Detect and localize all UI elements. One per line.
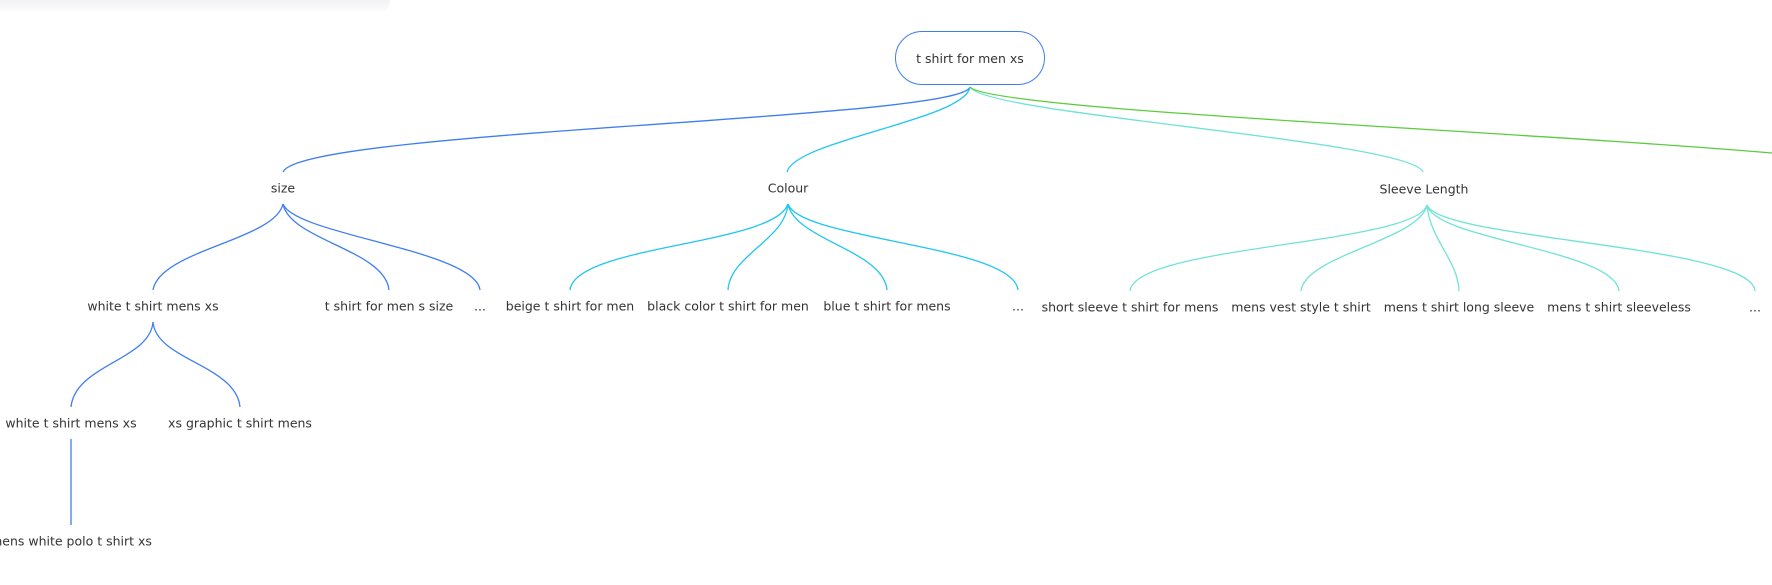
node-white-t-shirt-mens-xs[interactable]: white t shirt mens xs bbox=[87, 299, 218, 314]
edge-root-offscreen bbox=[969, 86, 1772, 154]
edge-colour-more bbox=[787, 203, 1019, 291]
node-beige-t-shirt[interactable]: beige t shirt for men bbox=[506, 299, 634, 314]
node-vest-style[interactable]: mens vest style t shirt bbox=[1231, 300, 1371, 315]
node-long-sleeve[interactable]: mens t shirt long sleeve bbox=[1384, 300, 1534, 315]
node-blue-t-shirt[interactable]: blue t shirt for mens bbox=[823, 299, 950, 314]
edge-colour-black bbox=[727, 203, 789, 291]
node-sleeve-more[interactable]: ... bbox=[1749, 300, 1761, 315]
node-mens-white-polo[interactable]: mens white polo t shirt xs bbox=[0, 534, 152, 549]
node-white-t-shirt-mens-xs-child[interactable]: white t shirt mens xs bbox=[5, 416, 136, 431]
node-size[interactable]: size bbox=[271, 181, 295, 196]
edge-size-white bbox=[152, 203, 284, 291]
edge-white-white bbox=[70, 321, 154, 408]
node-xs-graphic-t-shirt[interactable]: xs graphic t shirt mens bbox=[168, 416, 312, 431]
root-node-label: t shirt for men xs bbox=[916, 50, 1024, 66]
edge-colour-beige bbox=[569, 203, 789, 291]
edge-sleeve-more bbox=[1426, 204, 1756, 292]
node-short-sleeve[interactable]: short sleeve t shirt for mens bbox=[1042, 300, 1219, 315]
connector-layer bbox=[70, 86, 1772, 525]
edge-sleeve-vest bbox=[1300, 204, 1428, 292]
edge-root-size bbox=[282, 86, 971, 173]
node-t-shirt-for-men-s-size[interactable]: t shirt for men s size bbox=[325, 299, 453, 314]
node-colour-more[interactable]: ... bbox=[1012, 299, 1024, 314]
edge-sleeve-long bbox=[1426, 204, 1460, 292]
edge-root-sleeve bbox=[969, 86, 1424, 173]
edge-sleeve-short bbox=[1129, 204, 1428, 292]
edge-size-more bbox=[282, 203, 481, 291]
node-sleeveless[interactable]: mens t shirt sleeveless bbox=[1547, 300, 1691, 315]
edge-sleeve-sleeveless bbox=[1426, 204, 1620, 292]
root-node[interactable]: t shirt for men xs bbox=[895, 31, 1045, 85]
node-size-more[interactable]: ... bbox=[474, 299, 486, 314]
node-colour[interactable]: Colour bbox=[768, 181, 809, 196]
node-black-color-t-shirt[interactable]: black color t shirt for men bbox=[647, 299, 809, 314]
edge-white-graphic bbox=[152, 321, 241, 408]
node-sleeve-length[interactable]: Sleeve Length bbox=[1380, 182, 1469, 197]
edge-root-colour bbox=[786, 86, 971, 173]
